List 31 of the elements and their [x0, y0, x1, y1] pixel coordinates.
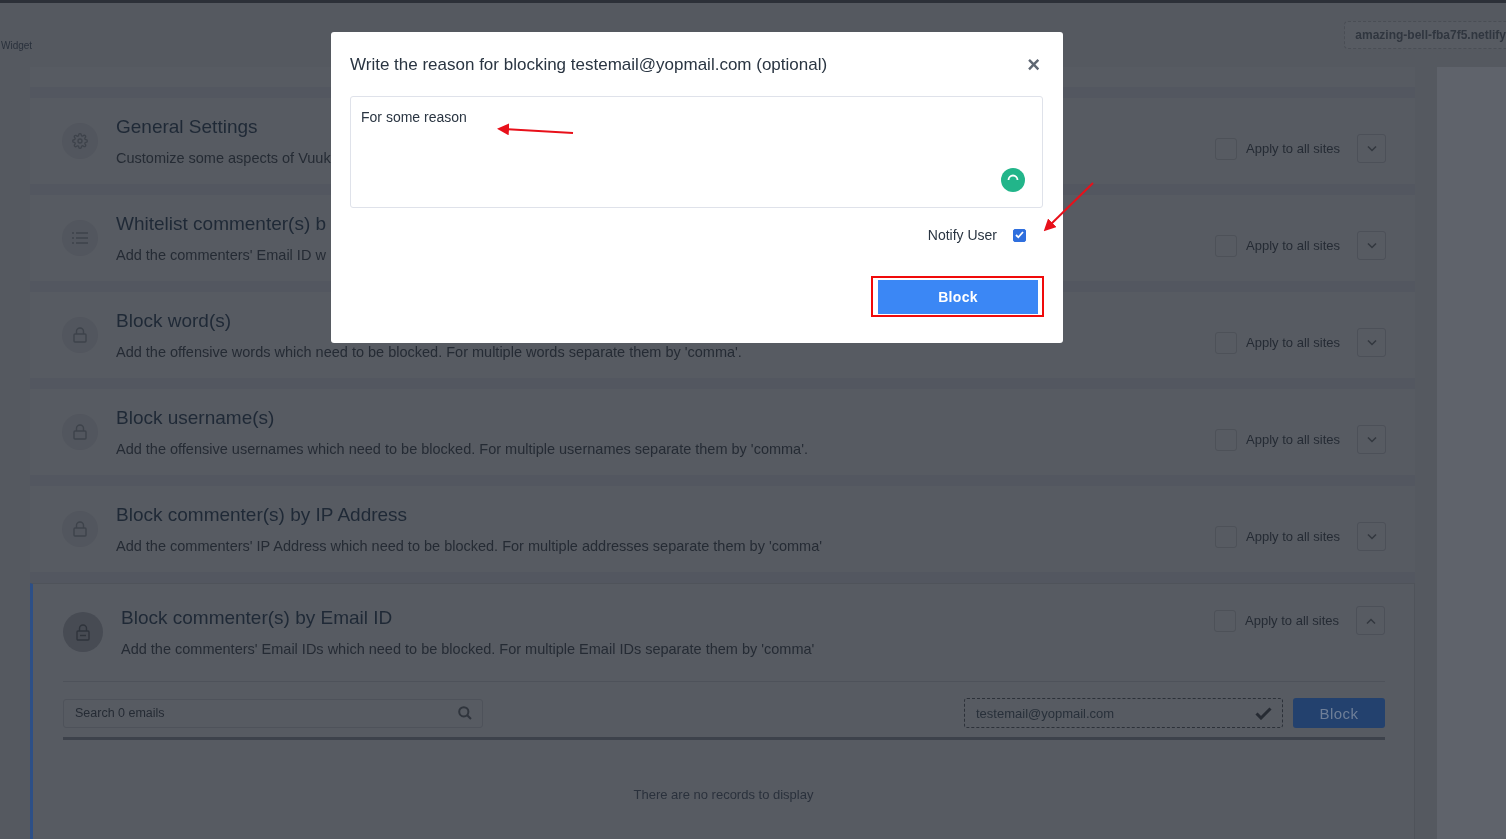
block-button[interactable]: Block: [878, 280, 1038, 314]
search-icon: [458, 706, 472, 720]
toggle-button[interactable]: [1357, 134, 1386, 163]
section-title: Whitelist commenter(s) b: [116, 213, 327, 235]
toggle-button[interactable]: [1357, 522, 1386, 551]
dialog-title: Write the reason for blocking testemail@yopmail.com (optional): [350, 55, 828, 75]
section-title: Block commenter(s) by Email ID: [121, 606, 393, 629]
chevron-down-icon: [1366, 145, 1377, 152]
toggle-button[interactable]: [1357, 231, 1386, 260]
chevron-down-icon: [1366, 533, 1377, 540]
block-button[interactable]: Block: [1293, 698, 1385, 728]
toggle-button[interactable]: [1357, 328, 1386, 357]
notify-checkbox[interactable]: [1013, 228, 1026, 242]
chevron-up-icon: [1365, 617, 1376, 624]
toggle-button[interactable]: [1357, 425, 1386, 454]
notify-label: Notify User: [927, 227, 997, 243]
lock-icon: [75, 622, 91, 641]
chevron-down-icon: [1366, 242, 1377, 249]
section-title: Block commenter(s) by IP Address: [116, 504, 408, 526]
reason-box[interactable]: For some reason: [350, 96, 1043, 208]
section-title: Block username(s): [116, 407, 275, 429]
spinner-icon: [1001, 168, 1025, 192]
reason-textarea[interactable]: For some reason: [361, 109, 1032, 195]
section-title: Block word(s): [116, 310, 232, 332]
toggle-button[interactable]: [1356, 606, 1385, 635]
check-icon: [1255, 706, 1272, 720]
chevron-down-icon: [1366, 339, 1377, 346]
chevron-down-icon: [1366, 436, 1377, 443]
close-button[interactable]: ×: [1024, 54, 1043, 76]
arrow-drawing: [1043, 182, 1094, 232]
section-title: General Settings: [116, 116, 258, 138]
